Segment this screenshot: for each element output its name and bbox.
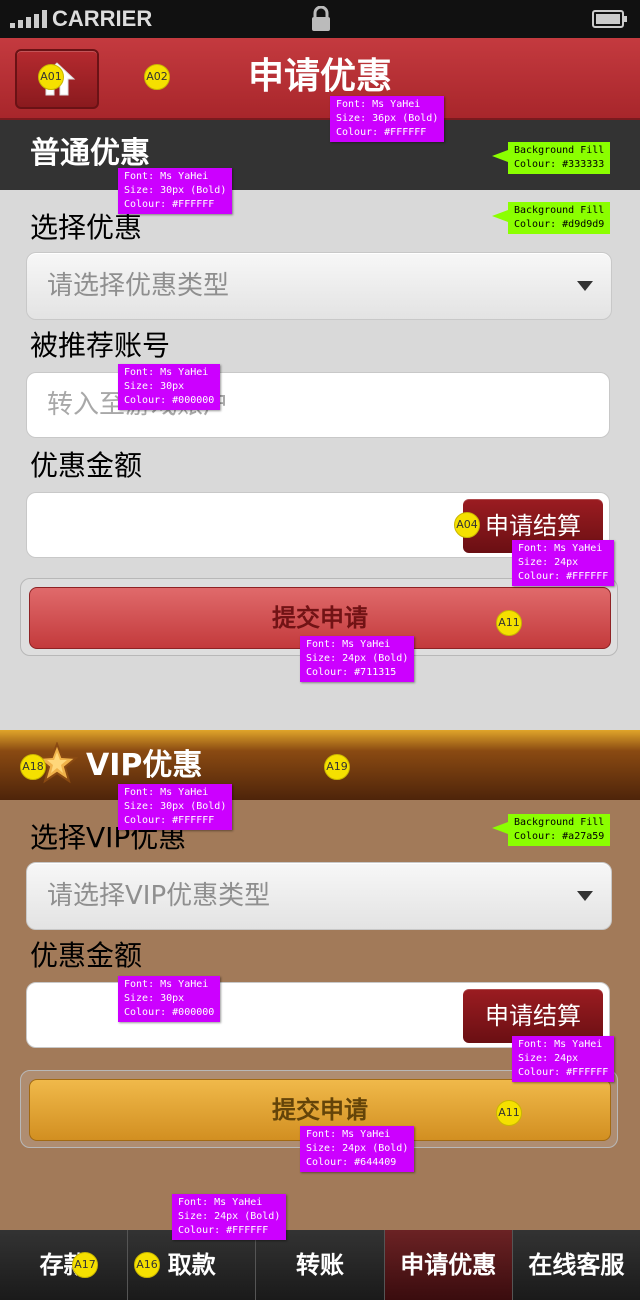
status-bar: CARRIER — [0, 0, 640, 38]
annotation-note: Font: Ms YaHei Size: 24px (Bold) Colour: #… — [172, 1194, 287, 1240]
vip-promo-select[interactable]: 请选择VIP优惠类型 — [26, 862, 612, 930]
vip-calc-button[interactable]: 申请结算 — [463, 989, 603, 1043]
annotation-marker: A18 — [20, 754, 46, 780]
annotation-note: Font: Ms YaHei Size: 24px (Bold) Colour: #… — [300, 1126, 415, 1172]
annotation-note: Font: Ms YaHei Size: 30px (Bold) Colour: #… — [118, 784, 233, 830]
annotation-marker: A17 — [72, 1252, 98, 1278]
annotation-note: Font: Ms YaHei Size: 24px (Bold) Colour: #… — [300, 636, 415, 682]
regular-select-placeholder: 请选择优惠类型 — [47, 271, 230, 301]
regular-select-label: 选择优惠 — [30, 211, 143, 244]
annotation-fill-note: Background Fill Colour: #d9d9d9 — [491, 202, 611, 234]
chevron-down-icon — [577, 891, 593, 901]
vip-section-title: VIP优惠 — [86, 748, 203, 783]
lock-icon — [312, 6, 330, 31]
battery-icon — [592, 10, 627, 28]
annotation-note: Font: Ms YaHei Size: 30px Colour: #000000 — [118, 976, 221, 1022]
annotation-fill-note: Background Fill Colour: #a27a59 — [491, 814, 611, 846]
annotation-note: Font: Ms YaHei Size: 36px (Bold) Colour: #… — [330, 96, 445, 142]
tab-deposit[interactable]: 存款 — [0, 1230, 129, 1300]
tab-live-support[interactable]: 在线客服 — [513, 1230, 640, 1300]
tab-apply-promo[interactable]: 申请优惠 — [384, 1230, 513, 1300]
account-input[interactable]: 转入至游戏账户 — [26, 372, 610, 438]
vip-select-placeholder: 请选择VIP优惠类型 — [47, 881, 271, 911]
chevron-down-icon — [577, 281, 593, 291]
annotation-note: Font: Ms YaHei Size: 24px Colour: #FFFFFF — [512, 1036, 615, 1082]
tab-transfer[interactable]: 转账 — [256, 1230, 385, 1300]
annotation-fill-note: Background Fill Colour: #333333 — [491, 142, 611, 174]
vip-section-header: VIP优惠 — [0, 730, 640, 800]
title-bar: 申请优惠 — [0, 38, 640, 120]
annotation-marker: A11 — [496, 610, 522, 636]
signal-icon — [10, 10, 47, 28]
account-label: 被推荐账号 — [30, 329, 171, 362]
vip-amount-label: 优惠金额 — [30, 939, 143, 972]
regular-amount-label: 优惠金额 — [30, 449, 143, 482]
annotation-marker: A04 — [454, 512, 480, 538]
page-title: 申请优惠 — [247, 56, 392, 97]
annotation-marker: A19 — [324, 754, 350, 780]
regular-promo-select[interactable]: 请选择优惠类型 — [26, 252, 612, 320]
annotation-note: Font: Ms YaHei Size: 30px (Bold) Colour: #… — [118, 168, 233, 214]
annotation-marker: A01 — [38, 64, 64, 90]
annotation-marker: A16 — [134, 1252, 160, 1278]
annotation-note: Font: Ms YaHei Size: 24px Colour: #FFFFFF — [512, 540, 615, 586]
carrier-label: CARRIER — [52, 6, 153, 31]
annotation-marker: A11 — [496, 1100, 522, 1126]
annotation-note: Font: Ms YaHei Size: 30px Colour: #000000 — [118, 364, 221, 410]
annotation-marker: A02 — [144, 64, 170, 90]
